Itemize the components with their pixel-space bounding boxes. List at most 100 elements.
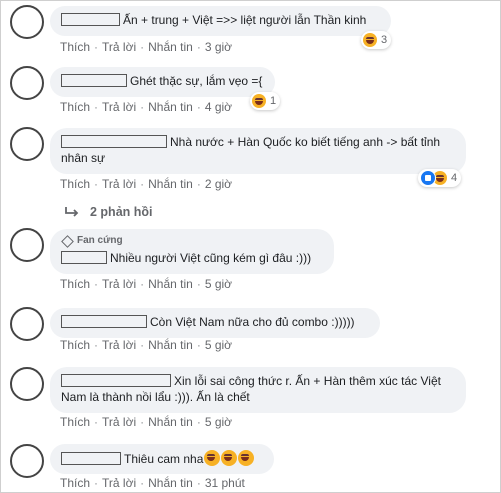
reply-link[interactable]: Trả lời [102,277,136,291]
like-link[interactable]: Thích [60,338,90,352]
reply-link[interactable]: Trả lời [102,40,136,54]
replies-count-label: 2 phản hồi [90,205,153,219]
timestamp[interactable]: 3 giờ [205,40,232,54]
separator: · [140,338,145,352]
separator: · [94,40,99,54]
redacted-name[interactable] [61,452,121,465]
redacted-name[interactable] [61,135,167,148]
diamond-icon [61,234,74,248]
comment-text: Thiêu cam nha [124,452,204,466]
reaction-count: 1 [270,95,277,107]
avatar[interactable] [10,127,44,161]
separator: · [196,177,201,191]
timestamp[interactable]: 4 giờ [205,100,232,114]
like-link[interactable]: Thích [60,100,90,114]
separator: · [94,338,99,352]
like-link[interactable]: Thích [60,177,90,191]
avatar[interactable] [10,5,44,39]
message-link[interactable]: Nhắn tin [148,277,193,291]
like-link[interactable]: Thích [60,40,90,54]
reply-arrow-icon [65,207,79,217]
comment-actions: Thích · Trả lời · Nhắn tin · 5 giờ [60,277,232,291]
comment-text: Nhiều người Việt cũng kém gì đâu :))) [110,251,312,265]
separator: · [140,476,145,490]
reply-link[interactable]: Trả lời [102,415,136,429]
avatar[interactable] [10,66,44,100]
reaction-count: 4 [451,172,458,184]
avatar[interactable] [10,444,44,478]
redacted-name[interactable] [61,315,147,328]
comment-bubble: Ghét thặc sự, lắm vẹo ={ [50,67,275,97]
separator: · [196,415,201,429]
redacted-name[interactable] [61,74,127,87]
separator: · [94,476,99,490]
haha-icon [252,94,266,108]
fan-badge: Fan cứng [61,233,323,249]
reply-link[interactable]: Trả lời [102,476,136,490]
separator: · [94,415,99,429]
separator: · [196,476,201,490]
separator: · [196,40,201,54]
comment-actions: Thích · Trả lời · Nhắn tin · 5 giờ [60,415,232,429]
separator: · [196,338,201,352]
message-link[interactable]: Nhắn tin [148,476,193,490]
comment-bubble: Còn Việt Nam nữa cho đủ combo :))))) [50,308,380,338]
separator: · [140,100,145,114]
like-icon [420,170,436,186]
separator: · [140,277,145,291]
haha-icon [363,33,377,47]
comment-bubble: Xin lỗi sai công thức r. Ấn + Hàn thêm x… [50,367,466,413]
timestamp[interactable]: 5 giờ [205,338,232,352]
timestamp[interactable]: 2 giờ [205,177,232,191]
separator: · [196,277,201,291]
timestamp[interactable]: 5 giờ [205,415,232,429]
reply-link[interactable]: Trả lời [102,177,136,191]
reaction-count: 3 [381,34,388,46]
separator: · [94,277,99,291]
reaction-summary[interactable]: 4 [418,169,462,187]
comment-bubble: Ấn + trung + Việt =>> liệt người lẫn Thầ… [50,6,391,36]
message-link[interactable]: Nhắn tin [148,100,193,114]
separator: · [196,100,201,114]
like-link[interactable]: Thích [60,415,90,429]
redacted-name[interactable] [61,13,120,26]
like-link[interactable]: Thích [60,277,90,291]
separator: · [140,415,145,429]
comment-actions: Thích · Trả lời · Nhắn tin · 31 phút [60,476,245,490]
separator: · [140,40,145,54]
comment-bubble: Nhà nước + Hàn Quốc ko biết tiếng anh ->… [50,128,466,174]
separator: · [140,177,145,191]
like-link[interactable]: Thích [60,476,90,490]
avatar[interactable] [10,228,44,262]
haha-icon [221,450,238,466]
avatar[interactable] [10,367,44,401]
message-link[interactable]: Nhắn tin [148,177,193,191]
comment-bubble: Thiêu cam nha [50,444,274,474]
reply-link[interactable]: Trả lời [102,100,136,114]
message-link[interactable]: Nhắn tin [148,338,193,352]
comment-text: Ghét thặc sự, lắm vẹo ={ [130,74,263,88]
redacted-name[interactable] [61,374,171,387]
badge-label: Fan cứng [77,235,123,246]
comment-actions: Thích · Trả lời · Nhắn tin · 2 giờ [60,177,232,191]
haha-icon [204,450,221,466]
comment-actions: Thích · Trả lời · Nhắn tin · 4 giờ [60,100,232,114]
separator: · [94,177,99,191]
comment-text: Còn Việt Nam nữa cho đủ combo :))))) [150,315,355,329]
comment-actions: Thích · Trả lời · Nhắn tin · 3 giờ [60,40,232,54]
comment-bubble: Fan cứng Nhiều người Việt cũng kém gì đâ… [50,229,334,274]
haha-icon [238,450,255,466]
reaction-summary[interactable]: 3 [361,31,392,49]
comment-actions: Thích · Trả lời · Nhắn tin · 5 giờ [60,338,232,352]
redacted-name[interactable] [61,251,107,264]
reply-link[interactable]: Trả lời [102,338,136,352]
timestamp[interactable]: 31 phút [205,476,245,490]
message-link[interactable]: Nhắn tin [148,415,193,429]
avatar[interactable] [10,307,44,341]
message-link[interactable]: Nhắn tin [148,40,193,54]
reaction-summary[interactable]: 1 [250,92,281,110]
timestamp[interactable]: 5 giờ [205,277,232,291]
comment-text: Ấn + trung + Việt =>> liệt người lẫn Thầ… [123,13,367,27]
view-replies-link[interactable]: 2 phản hồi [64,205,153,219]
separator: · [94,100,99,114]
